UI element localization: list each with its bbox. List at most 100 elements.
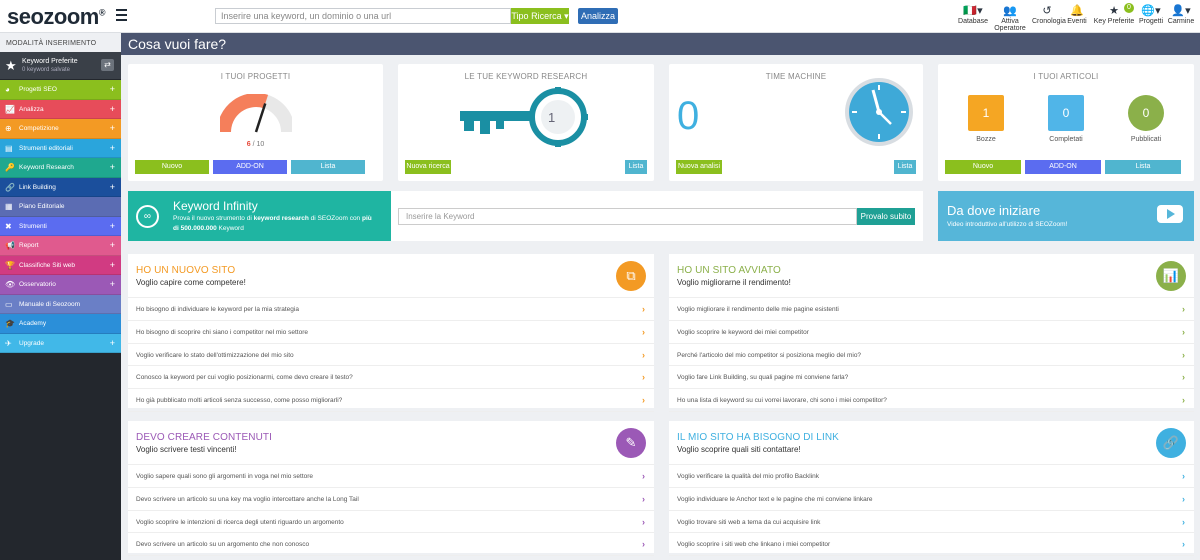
panel-icon: 🔗 <box>1156 428 1186 458</box>
expand-icon[interactable]: + <box>110 84 115 94</box>
help-row[interactable]: Voglio scoprire i siti web che linkano i… <box>669 533 1194 557</box>
sidebar-item[interactable]: ✈ Upgrade + <box>0 333 121 353</box>
help-row[interactable]: Voglio sapere quali sono gli argomenti i… <box>128 465 654 488</box>
help-row[interactable]: Voglio verificare la qualità del mio pro… <box>669 465 1194 488</box>
help-row[interactable]: Voglio individuare le Anchor text e le p… <box>669 488 1194 511</box>
panel-subtitle: Voglio migliorarne il rendimento! <box>677 278 791 287</box>
expand-icon[interactable]: + <box>110 143 115 153</box>
topnav-item[interactable]: ↺ Cronologia <box>1032 4 1066 32</box>
chevron-right-icon: › <box>642 471 645 481</box>
chevron-right-icon: › <box>642 326 645 337</box>
expand-icon[interactable]: + <box>110 260 115 270</box>
card-button[interactable]: Nuova analisi <box>676 160 722 174</box>
sidebar-item[interactable]: 👁 Osservatorio + <box>0 275 121 295</box>
search-input[interactable]: Inserire una keyword, un dominio o una u… <box>215 8 511 24</box>
help-row[interactable]: Voglio trovare siti web a tema da cui ac… <box>669 511 1194 534</box>
help-row[interactable]: Devo scrivere un articolo su un argoment… <box>128 533 654 557</box>
expand-icon[interactable]: + <box>110 162 115 172</box>
sidebar-item[interactable]: 🔑 Keyword Research + <box>0 158 121 178</box>
topnav-icon: 🇮🇹▾ <box>963 5 983 17</box>
sidebar-item[interactable]: 🏆 Classifiche Siti web + <box>0 255 121 275</box>
sidebar-item[interactable]: ⊕ Competizione + <box>0 119 121 139</box>
chevron-right-icon: › <box>1182 493 1185 504</box>
sidebar-item[interactable]: ▤ Strumenti editoriali + <box>0 138 121 158</box>
getting-started-banner[interactable]: Da dove iniziare Video introduttivo all'… <box>938 191 1194 241</box>
count-badge: 0 <box>1124 3 1134 13</box>
sidebar-item-label: Manuale di Seozoom <box>19 300 81 308</box>
topnav-item[interactable]: 🌐▾ Progetti <box>1136 4 1166 32</box>
try-now-button[interactable]: Provalo subito <box>857 208 915 225</box>
topnav-item[interactable]: 🔔 Eventi <box>1062 4 1092 32</box>
card-button[interactable]: Lista <box>1105 160 1181 174</box>
help-row[interactable]: Perché l'articolo del mio competitor si … <box>669 344 1194 367</box>
help-row[interactable]: Voglio scoprire le intenzioni di ricerca… <box>128 511 654 534</box>
sidebar-item-label: Piano Editoriale <box>19 203 65 210</box>
sidebar-item[interactable]: 📈 Analizza + <box>0 99 121 119</box>
sidebar-item[interactable]: ◕ Progetti SEO + <box>0 80 121 100</box>
chevron-right-icon: › <box>642 372 645 383</box>
expand-icon[interactable]: + <box>110 279 115 289</box>
chevron-right-icon: › <box>1182 304 1185 314</box>
sidebar-item[interactable]: 📢 Report + <box>0 236 121 256</box>
sidebar-heading: MODALITÀ INSERIMENTO <box>0 33 121 52</box>
card-button[interactable]: Lista <box>894 160 916 174</box>
topnav-item[interactable]: 🇮🇹▾ Database <box>958 4 988 32</box>
swap-icon[interactable]: ⇄ <box>101 59 114 71</box>
help-row[interactable]: Ho bisogno di individuare le keyword per… <box>128 298 654 321</box>
expand-icon[interactable]: + <box>110 104 115 114</box>
chevron-right-icon: › <box>642 516 645 527</box>
expand-icon[interactable]: + <box>110 182 115 192</box>
help-row[interactable]: Conosco la keyword per cui voglio posizi… <box>128 366 654 390</box>
expand-icon[interactable]: + <box>110 240 115 250</box>
menu-icon[interactable] <box>116 9 127 22</box>
card-button[interactable]: Nuovo <box>135 160 209 174</box>
card-button[interactable]: ADD-ON <box>213 160 287 174</box>
keyword-input[interactable]: Inserire la Keyword <box>398 208 857 225</box>
search-type-dropdown[interactable]: Tipo Ricerca ▾ <box>511 8 569 24</box>
sidebar-favorites[interactable]: ★ Keyword Preferite 0 keyword salvate ⇄ <box>0 52 121 80</box>
card-button[interactable]: Lista <box>291 160 365 174</box>
page-title: Cosa vuoi fare? <box>121 33 1200 55</box>
help-row[interactable]: Ho bisogno di scoprire chi siano i compe… <box>128 321 654 344</box>
keyword-infinity-banner[interactable]: ∞ Keyword Infinity Prova il nuovo strume… <box>128 191 391 241</box>
logo[interactable]: seozoom® <box>7 4 106 30</box>
sidebar-item-icon: 🏆 <box>5 260 15 270</box>
keyword-infinity-search: Inserire la Keyword Provalo subito <box>391 191 923 241</box>
key-icon <box>460 87 588 147</box>
analyze-button[interactable]: Analizza <box>578 8 618 24</box>
help-row[interactable]: Devo scrivere un articolo su una key ma … <box>128 488 654 511</box>
help-row[interactable]: Ho già pubblicato molti articoli senza s… <box>128 389 654 412</box>
time-machine-count: 0 <box>677 94 700 138</box>
help-panel: IL MIO SITO HA BISOGNO DI LINK Voglio sco… <box>669 421 1194 557</box>
help-row[interactable]: Voglio migliorare il rendimento delle mi… <box>669 298 1194 321</box>
sidebar-item-icon: 👁 <box>5 280 16 289</box>
sidebar-item[interactable]: ▭ Manuale di Seozoom <box>0 294 121 314</box>
card-button[interactable]: Nuova ricerca <box>405 160 451 174</box>
card-button[interactable]: Nuovo <box>945 160 1021 174</box>
chevron-right-icon: › <box>642 349 645 360</box>
help-row[interactable]: Voglio verificare lo stato dell'ottimizz… <box>128 344 654 367</box>
chevron-right-icon: › <box>642 539 645 550</box>
topnav-icon: 👤▾ <box>1171 5 1191 17</box>
topnav-item[interactable]: 👤▾ Carmine <box>1166 4 1196 32</box>
help-panel: DEVO CREARE CONTENUTI Voglio scrivere tes… <box>128 421 654 557</box>
sidebar-item[interactable]: 🔗 Link Building + <box>0 177 121 197</box>
sidebar-item[interactable]: ▦ Piano Editoriale <box>0 197 121 217</box>
card-button[interactable]: ADD-ON <box>1025 160 1101 174</box>
card-articoli: I TUOI ARTICOLI 1 Bozze 0 Completati 0 Pubbli… <box>938 64 1194 181</box>
top-nav: 🇮🇹▾ Database 👥 Attiva Operatore ↺ Cronologia 🔔… <box>958 3 1196 32</box>
help-row[interactable]: Voglio fare Link Building, su quali pagi… <box>669 366 1194 390</box>
card-button[interactable]: Lista <box>625 160 647 174</box>
sidebar-item[interactable]: ✖ Strumenti + <box>0 216 121 236</box>
help-row[interactable]: Voglio scoprire le keyword dei miei comp… <box>669 321 1194 344</box>
expand-icon[interactable]: + <box>110 338 115 348</box>
help-row[interactable]: Ho una lista di keyword su cui vorrei la… <box>669 389 1194 412</box>
sidebar-item[interactable]: 🎓 Academy <box>0 314 121 334</box>
topnav-item[interactable]: 👥 Attiva Operatore <box>988 4 1032 32</box>
play-icon[interactable] <box>1157 205 1183 223</box>
expand-icon[interactable]: + <box>110 221 115 231</box>
article-stat: 0 <box>1048 95 1084 131</box>
topnav-item[interactable]: ★ Key Preferite 0 <box>1092 3 1136 32</box>
help-panel: HO UN SITO AVVIATO Voglio migliorarne il … <box>669 254 1194 412</box>
expand-icon[interactable]: + <box>110 123 115 133</box>
